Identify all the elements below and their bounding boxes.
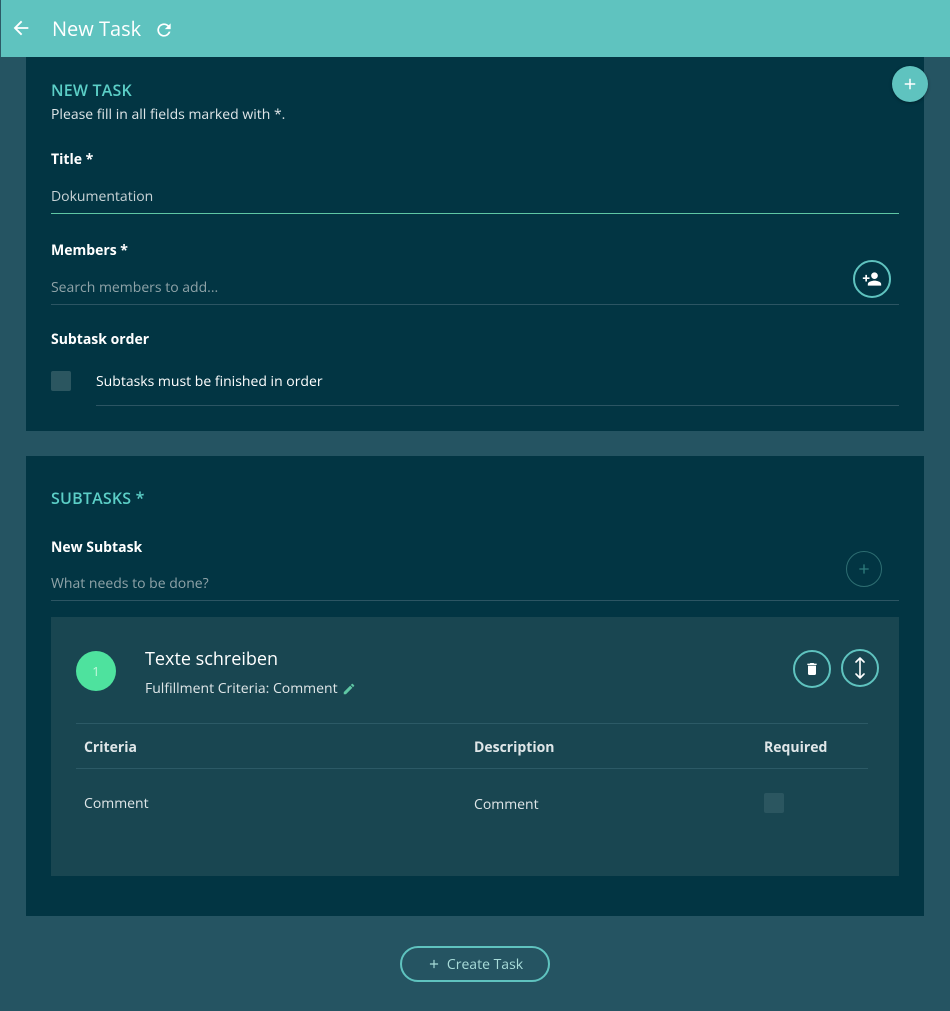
add-subtask-button[interactable] — [846, 551, 882, 587]
required-fields-hint: Please fill in all fields marked with *. — [51, 105, 286, 124]
divider — [96, 405, 899, 406]
subtask-order-checkbox[interactable] — [51, 371, 71, 391]
required-column-header: Required — [764, 738, 828, 757]
plus-icon — [429, 959, 438, 969]
criteria-cell: Comment — [84, 794, 149, 813]
pencil-icon[interactable] — [342, 682, 356, 696]
subtasks-heading: SUBTASKS * — [51, 487, 145, 509]
criteria-column-header: Criteria — [84, 738, 137, 757]
description-column-header: Description — [474, 738, 555, 757]
subtask-criteria-summary: Fulfillment Criteria: Comment — [145, 679, 356, 698]
new-task-card: NEW TASK Please fill in all fields marke… — [26, 57, 928, 431]
new-subtask-input[interactable]: What needs to be done? — [51, 565, 899, 601]
subtask-order-label: Subtask order — [51, 330, 150, 349]
subtask-item: 1 Texte schreiben Fulfillment Criteria: … — [51, 617, 899, 876]
required-checkbox[interactable] — [764, 793, 784, 813]
person-add-icon — [862, 272, 882, 286]
title-input[interactable]: Dokumentation — [51, 178, 899, 214]
table-divider — [76, 768, 868, 769]
members-label: Members * — [51, 241, 128, 260]
new-subtask-label: New Subtask — [51, 538, 143, 557]
new-task-heading: NEW TASK — [51, 79, 132, 101]
subtasks-card: SUBTASKS * New Subtask What needs to be … — [26, 456, 924, 916]
refresh-icon[interactable] — [154, 20, 174, 40]
top-app-bar: New Task — [0, 0, 950, 57]
subtask-number-badge: 1 — [76, 651, 116, 691]
create-task-label: Create Task — [446, 954, 524, 974]
delete-subtask-button[interactable] — [793, 650, 831, 688]
subtask-title: Texte schreiben — [145, 647, 279, 671]
title-label: Title * — [51, 150, 94, 169]
trash-icon — [807, 663, 817, 675]
vertical-arrows-icon — [855, 657, 865, 679]
members-search-input[interactable]: Search members to add... — [51, 269, 899, 305]
add-button[interactable] — [892, 66, 928, 102]
table-divider — [76, 723, 868, 724]
create-task-button[interactable]: Create Task — [400, 946, 550, 982]
plus-icon — [859, 564, 869, 574]
subtask-order-checkbox-label: Subtasks must be finished in order — [96, 372, 323, 391]
add-member-button[interactable] — [853, 260, 891, 298]
page-title: New Task — [52, 15, 142, 42]
plus-icon — [904, 78, 916, 90]
subtask-criteria-text: Fulfillment Criteria: Comment — [145, 679, 338, 698]
description-cell: Comment — [474, 795, 539, 814]
reorder-subtask-button[interactable] — [841, 649, 879, 687]
arrow-left-icon[interactable] — [10, 17, 32, 39]
